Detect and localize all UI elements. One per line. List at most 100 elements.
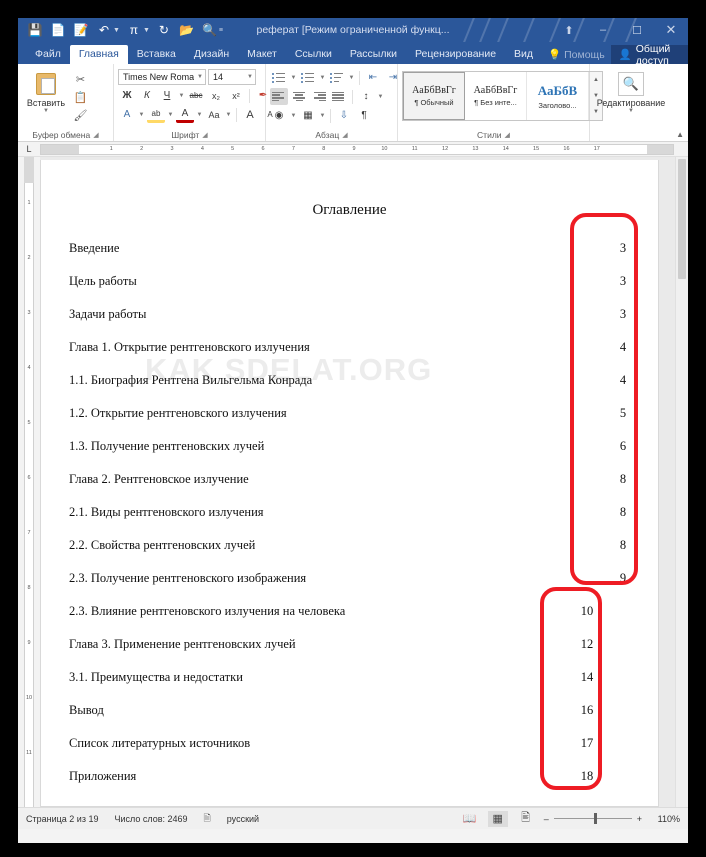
print-layout-icon[interactable]: ▦ — [487, 810, 508, 827]
toc-entry[interactable]: 2.2. Свойства рентгеновских лучей 8 — [41, 538, 658, 571]
align-right-icon[interactable] — [310, 88, 328, 105]
multilevel-caret-icon[interactable]: ▼ — [348, 75, 355, 81]
tab-file[interactable]: Файл — [26, 45, 70, 64]
toc-entry[interactable]: Глава 2. Рентгеновское излучение 8 — [41, 472, 658, 505]
vertical-ruler[interactable]: 1 2 3 4 5 6 7 8 9 10 11 — [18, 157, 40, 807]
repeat-dropdown-icon[interactable]: ▼ — [143, 27, 150, 34]
bold-button[interactable]: Ж — [118, 87, 136, 104]
open-icon[interactable]: 📂 — [176, 20, 198, 40]
maximize-button[interactable]: ☐ — [620, 18, 654, 42]
highlight-caret-icon[interactable]: ▼ — [167, 112, 174, 118]
save-icon[interactable]: 💾 — [24, 20, 46, 40]
line-spacing-caret-icon[interactable]: ▼ — [377, 94, 384, 100]
cut-icon[interactable]: ✂ — [72, 72, 89, 87]
font-size-combo[interactable]: 14 ▼ — [208, 69, 256, 85]
toc-entry[interactable]: Введение 3 — [41, 241, 658, 274]
clipboard-dialog-launcher[interactable]: ◢ — [93, 131, 98, 139]
font-name-caret-icon[interactable]: ▼ — [194, 74, 203, 80]
font-color-caret-icon[interactable]: ▼ — [196, 112, 203, 118]
repeat-icon[interactable]: π — [123, 20, 145, 40]
horizontal-ruler[interactable]: 1 2 3 4 5 6 7 8 9 10 11 12 13 14 15 16 17 — [40, 143, 674, 155]
change-case-button[interactable]: Aa — [205, 106, 223, 123]
tab-design[interactable]: Дизайн — [185, 45, 238, 64]
tab-mailings[interactable]: Рассылки — [341, 45, 406, 64]
undo-dropdown-icon[interactable]: ▼ — [113, 27, 120, 34]
toc-entry[interactable]: 2.3. Получение рентгеновского изображени… — [41, 571, 658, 604]
format-painter-icon[interactable]: 🖌 — [72, 108, 89, 123]
spell-check-icon[interactable]: 🗎 — [204, 811, 211, 827]
page-indicator[interactable]: Страница 2 из 19 — [26, 814, 98, 824]
zoom-track[interactable] — [553, 813, 632, 824]
highlight-button[interactable]: ab — [147, 106, 165, 123]
toc-entry[interactable]: Глава 3. Применение рентгеновских лучей 1… — [41, 637, 658, 670]
toc-entry[interactable]: Список литературных источников 17 — [41, 736, 658, 769]
tab-references[interactable]: Ссылки — [286, 45, 341, 64]
tab-stop-selector[interactable]: L — [18, 142, 40, 157]
tell-me-search[interactable]: 💡 Помощь — [542, 45, 611, 64]
justify-icon[interactable] — [330, 88, 348, 105]
close-button[interactable]: ✕ — [654, 18, 688, 42]
toc-entry[interactable]: Вывод 16 — [41, 703, 658, 736]
underline-caret-icon[interactable]: ▼ — [178, 93, 185, 99]
language-indicator[interactable]: русский — [227, 814, 259, 824]
vertical-scrollbar[interactable] — [675, 157, 688, 807]
bullets-icon[interactable] — [270, 69, 288, 86]
shading-caret-icon[interactable]: ▼ — [290, 113, 297, 119]
bullets-caret-icon[interactable]: ▼ — [290, 75, 297, 81]
align-center-icon[interactable] — [290, 88, 308, 105]
new-document-icon[interactable]: 📄 — [47, 20, 69, 40]
text-effects-button[interactable]: A — [118, 106, 136, 123]
toc-entry[interactable]: 2.3. Влияние рентгеновского излучения на… — [41, 604, 658, 637]
toc-entry[interactable]: Цель работы 3 — [41, 274, 658, 307]
align-left-icon[interactable] — [270, 88, 288, 105]
font-name-combo[interactable]: Times New Roman ▼ — [118, 69, 206, 85]
line-spacing-icon[interactable]: ↕ — [357, 88, 375, 105]
tab-home[interactable]: Главная — [69, 45, 128, 64]
font-size-caret-icon[interactable]: ▼ — [244, 74, 253, 80]
ribbon-display-options-icon[interactable]: ⬆ — [552, 18, 586, 42]
italic-button[interactable]: К — [138, 87, 156, 104]
read-mode-icon[interactable]: 📖 — [460, 811, 480, 827]
customize-qat-icon[interactable]: ≡ — [219, 27, 223, 34]
font-color-button[interactable]: A — [176, 106, 194, 123]
toc-entry[interactable]: 1.1. Биография Рентгена Вильгельма Конра… — [41, 373, 658, 406]
sort-icon[interactable]: ⇩ — [335, 107, 353, 124]
show-formatting-marks-icon[interactable]: ¶ — [355, 107, 373, 124]
collapse-ribbon-icon[interactable]: ▲ — [676, 130, 684, 139]
style-no-spacing[interactable]: АаБбВвГг ¶ Без инте... — [465, 72, 527, 120]
tab-insert[interactable]: Вставка — [128, 45, 185, 64]
tab-layout[interactable]: Макет — [238, 45, 286, 64]
zoom-in-button[interactable]: + — [637, 814, 642, 824]
superscript-button[interactable]: x² — [227, 87, 245, 104]
zoom-out-button[interactable]: – — [544, 814, 549, 824]
numbering-caret-icon[interactable]: ▼ — [319, 75, 326, 81]
subscript-button[interactable]: x₂ — [207, 87, 225, 104]
toc-entry[interactable]: 1.3. Получение рентгеновских лучей 6 — [41, 439, 658, 472]
share-button[interactable]: 👤 Общий доступ — [610, 43, 688, 67]
scrollbar-thumb[interactable] — [678, 159, 686, 279]
document-page[interactable]: Оглавление KAK SDELAT.ORG Введение 3 Цель … — [40, 160, 659, 807]
save-as-icon[interactable]: 📝 — [70, 20, 92, 40]
redo-icon[interactable]: ↻ — [153, 20, 175, 40]
undo-icon[interactable]: ↶ — [93, 20, 115, 40]
print-preview-icon[interactable]: 🔍 — [199, 20, 221, 40]
toc-entry[interactable]: 1.2. Открытие рентгеновского излучения 5 — [41, 406, 658, 439]
minimize-button[interactable]: – — [586, 18, 620, 42]
tab-view[interactable]: Вид — [505, 45, 542, 64]
borders-icon[interactable]: ▦ — [299, 107, 317, 124]
zoom-knob[interactable] — [593, 813, 597, 824]
toc-entry[interactable]: 3.1. Преимущества и недостатки 14 — [41, 670, 658, 703]
shading-icon[interactable]: ◉ — [270, 107, 288, 124]
editing-button[interactable]: 🔍 Редактирование ▼ — [594, 69, 668, 114]
text-effects-caret-icon[interactable]: ▼ — [138, 112, 145, 118]
zoom-level[interactable]: 110% — [650, 814, 680, 824]
tab-review[interactable]: Рецензирование — [406, 45, 505, 64]
grow-font-button[interactable]: A — [241, 106, 259, 123]
font-dialog-launcher[interactable]: ◢ — [202, 131, 207, 139]
paste-dropdown-icon[interactable]: ▼ — [43, 108, 50, 114]
zoom-slider[interactable]: – + — [544, 813, 642, 824]
toc-entry[interactable]: 2.1. Виды рентгеновского излучения 8 — [41, 505, 658, 538]
toc-entry[interactable]: Приложения 18 — [41, 769, 658, 802]
numbering-icon[interactable] — [299, 69, 317, 86]
multilevel-list-icon[interactable] — [328, 69, 346, 86]
